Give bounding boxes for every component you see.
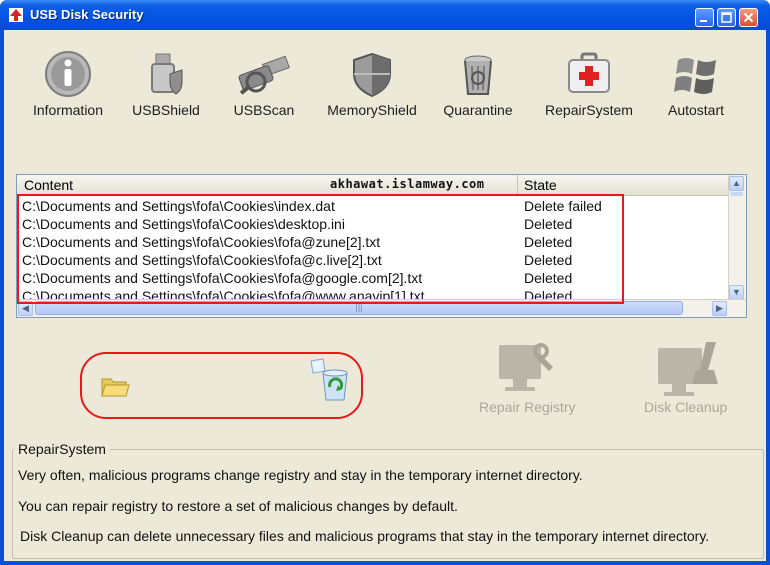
quarantine-icon — [464, 55, 492, 95]
disk-cleanup-button[interactable]: Disk Cleanup — [644, 399, 727, 415]
repairsystem-icon — [568, 52, 610, 93]
maximize-button[interactable] — [717, 8, 736, 27]
vertical-scrollbar[interactable]: ▲ ▼ — [728, 175, 746, 301]
app-logo-icon — [9, 8, 23, 22]
repair-registry-icon — [497, 343, 559, 397]
toolbar-label: USBScan — [233, 102, 295, 118]
folder-icon — [101, 378, 130, 397]
usbscan-icon — [238, 55, 290, 95]
scroll-right-button[interactable]: ▶ — [712, 301, 727, 316]
close-icon — [743, 12, 754, 23]
scroll-up-button[interactable]: ▲ — [729, 176, 744, 191]
minimize-icon — [700, 20, 707, 22]
memoryshield-icon — [353, 52, 391, 98]
app-window: USB Disk Security Information USBShield … — [0, 0, 770, 565]
list-header: Content akhawat.islamway.com State — [17, 175, 729, 196]
column-header-state[interactable]: State — [524, 177, 557, 193]
open-folder-button[interactable] — [100, 372, 130, 400]
scroll-down-button[interactable]: ▼ — [729, 285, 744, 300]
toolbar-usbshield[interactable]: USBShield — [127, 50, 205, 118]
toolbar-memoryshield[interactable]: MemoryShield — [320, 50, 424, 118]
toolbar-label: Quarantine — [443, 102, 513, 118]
usbshield-icon — [151, 53, 183, 95]
client-area: Information USBShield USBScan MemoryShie… — [4, 30, 766, 561]
maximize-icon — [721, 12, 732, 23]
toolbar-label: Autostart — [667, 102, 725, 118]
info-text-line: Very often, malicious programs change re… — [18, 467, 583, 483]
minimize-button[interactable] — [695, 8, 714, 27]
disk-cleanup-icon — [652, 340, 722, 400]
highlight-frame — [17, 194, 624, 304]
scroll-thumb[interactable] — [730, 192, 743, 196]
toolbar-quarantine[interactable]: Quarantine — [436, 50, 520, 118]
toolbar-label: RepairSystem — [545, 102, 633, 118]
close-button[interactable] — [739, 8, 758, 27]
toolbar-autostart[interactable]: Autostart — [658, 50, 734, 118]
window-title: USB Disk Security — [30, 7, 144, 22]
toolbar-label: Information — [32, 102, 104, 118]
information-icon — [45, 51, 91, 97]
toolbar-label: USBShield — [132, 102, 200, 118]
toolbar-information[interactable]: Information — [27, 50, 109, 118]
watermark-text: akhawat.islamway.com — [330, 177, 485, 191]
toolbar-usbscan[interactable]: USBScan — [225, 50, 303, 118]
recycle-bin-button[interactable] — [307, 357, 355, 403]
autostart-icon — [674, 58, 716, 94]
toolbar-repairsystem[interactable]: RepairSystem — [532, 50, 646, 118]
info-text-line: You can repair registry to restore a set… — [18, 498, 458, 514]
repair-registry-button[interactable]: Repair Registry — [479, 399, 575, 415]
info-group-title: RepairSystem — [14, 441, 110, 457]
toolbar-label: MemoryShield — [327, 102, 417, 118]
recycle-bin-icon — [310, 358, 348, 401]
title-bar[interactable]: USB Disk Security — [0, 0, 770, 30]
info-text-line: Disk Cleanup can delete unnecessary file… — [20, 528, 710, 544]
